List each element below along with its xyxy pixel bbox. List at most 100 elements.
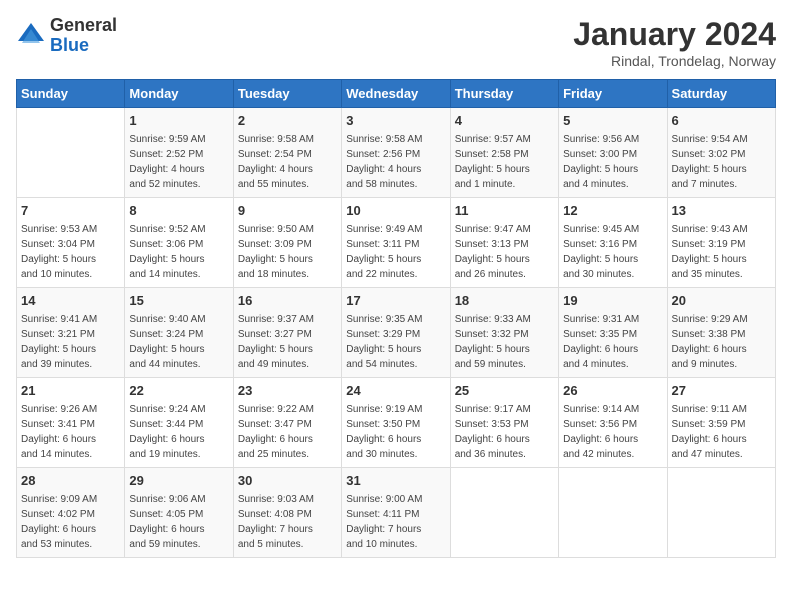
calendar-cell: 6 Sunrise: 9:54 AMSunset: 3:02 PMDaylight… bbox=[667, 108, 775, 198]
day-number: 15 bbox=[129, 292, 228, 310]
calendar-cell bbox=[17, 108, 125, 198]
day-info: Sunrise: 9:53 AMSunset: 3:04 PMDaylight:… bbox=[21, 222, 120, 282]
day-info: Sunrise: 9:40 AMSunset: 3:24 PMDaylight:… bbox=[129, 312, 228, 372]
day-info: Sunrise: 9:29 AMSunset: 3:38 PMDaylight:… bbox=[672, 312, 771, 372]
day-number: 18 bbox=[455, 292, 554, 310]
weekday-header-friday: Friday bbox=[559, 80, 667, 108]
location: Rindal, Trondelag, Norway bbox=[573, 53, 776, 69]
week-row-2: 7 Sunrise: 9:53 AMSunset: 3:04 PMDaylight… bbox=[17, 198, 776, 288]
calendar-cell: 23 Sunrise: 9:22 AMSunset: 3:47 PMDayligh… bbox=[233, 378, 341, 468]
day-info: Sunrise: 9:49 AMSunset: 3:11 PMDaylight:… bbox=[346, 222, 445, 282]
weekday-header-monday: Monday bbox=[125, 80, 233, 108]
calendar-cell: 4 Sunrise: 9:57 AMSunset: 2:58 PMDaylight… bbox=[450, 108, 558, 198]
day-number: 4 bbox=[455, 112, 554, 130]
calendar-cell: 26 Sunrise: 9:14 AMSunset: 3:56 PMDayligh… bbox=[559, 378, 667, 468]
day-number: 6 bbox=[672, 112, 771, 130]
day-info: Sunrise: 9:24 AMSunset: 3:44 PMDaylight:… bbox=[129, 402, 228, 462]
day-number: 10 bbox=[346, 202, 445, 220]
calendar-cell: 9 Sunrise: 9:50 AMSunset: 3:09 PMDaylight… bbox=[233, 198, 341, 288]
day-info: Sunrise: 9:41 AMSunset: 3:21 PMDaylight:… bbox=[21, 312, 120, 372]
month-title: January 2024 bbox=[573, 16, 776, 53]
day-info: Sunrise: 9:03 AMSunset: 4:08 PMDaylight:… bbox=[238, 492, 337, 552]
day-number: 1 bbox=[129, 112, 228, 130]
day-info: Sunrise: 9:58 AMSunset: 2:54 PMDaylight:… bbox=[238, 132, 337, 192]
calendar-cell bbox=[450, 468, 558, 558]
calendar-cell: 28Sunrise: 9:09 AMSunset: 4:02 PMDayligh… bbox=[17, 468, 125, 558]
day-info: Sunrise: 9:58 AMSunset: 2:56 PMDaylight:… bbox=[346, 132, 445, 192]
calendar-cell: 16 Sunrise: 9:37 AMSunset: 3:27 PMDayligh… bbox=[233, 288, 341, 378]
calendar-cell: 17 Sunrise: 9:35 AMSunset: 3:29 PMDayligh… bbox=[342, 288, 450, 378]
calendar-cell: 31 Sunrise: 9:00 AMSunset: 4:11 PMDayligh… bbox=[342, 468, 450, 558]
calendar-cell: 11 Sunrise: 9:47 AMSunset: 3:13 PMDayligh… bbox=[450, 198, 558, 288]
day-number: 31 bbox=[346, 472, 445, 490]
day-info: Sunrise: 9:52 AMSunset: 3:06 PMDaylight:… bbox=[129, 222, 228, 282]
day-info: Sunrise: 9:14 AMSunset: 3:56 PMDaylight:… bbox=[563, 402, 662, 462]
calendar-cell: 24 Sunrise: 9:19 AMSunset: 3:50 PMDayligh… bbox=[342, 378, 450, 468]
calendar-cell bbox=[559, 468, 667, 558]
day-info: Sunrise: 9:47 AMSunset: 3:13 PMDaylight:… bbox=[455, 222, 554, 282]
day-number: 28 bbox=[21, 472, 120, 490]
day-number: 30 bbox=[238, 472, 337, 490]
calendar-cell: 14 Sunrise: 9:41 AMSunset: 3:21 PMDayligh… bbox=[17, 288, 125, 378]
calendar-cell: 12Sunrise: 9:45 AMSunset: 3:16 PMDayligh… bbox=[559, 198, 667, 288]
day-info: Sunrise: 9:56 AMSunset: 3:00 PMDaylight:… bbox=[563, 132, 662, 192]
day-info: Sunrise: 9:43 AMSunset: 3:19 PMDaylight:… bbox=[672, 222, 771, 282]
day-number: 19 bbox=[563, 292, 662, 310]
day-info: Sunrise: 9:54 AMSunset: 3:02 PMDaylight:… bbox=[672, 132, 771, 192]
weekday-header-saturday: Saturday bbox=[667, 80, 775, 108]
day-number: 25 bbox=[455, 382, 554, 400]
logo: General Blue bbox=[16, 16, 117, 56]
calendar-cell: 19Sunrise: 9:31 AMSunset: 3:35 PMDayligh… bbox=[559, 288, 667, 378]
calendar-cell: 2 Sunrise: 9:58 AMSunset: 2:54 PMDaylight… bbox=[233, 108, 341, 198]
day-number: 11 bbox=[455, 202, 554, 220]
day-info: Sunrise: 9:35 AMSunset: 3:29 PMDaylight:… bbox=[346, 312, 445, 372]
day-info: Sunrise: 9:19 AMSunset: 3:50 PMDaylight:… bbox=[346, 402, 445, 462]
calendar-cell: 29Sunrise: 9:06 AMSunset: 4:05 PMDayligh… bbox=[125, 468, 233, 558]
day-info: Sunrise: 9:57 AMSunset: 2:58 PMDaylight:… bbox=[455, 132, 554, 192]
day-info: Sunrise: 9:00 AMSunset: 4:11 PMDaylight:… bbox=[346, 492, 445, 552]
day-number: 16 bbox=[238, 292, 337, 310]
calendar-cell: 22Sunrise: 9:24 AMSunset: 3:44 PMDayligh… bbox=[125, 378, 233, 468]
logo-icon bbox=[16, 21, 46, 51]
calendar-cell: 10 Sunrise: 9:49 AMSunset: 3:11 PMDayligh… bbox=[342, 198, 450, 288]
day-number: 23 bbox=[238, 382, 337, 400]
day-number: 17 bbox=[346, 292, 445, 310]
week-row-4: 21 Sunrise: 9:26 AMSunset: 3:41 PMDayligh… bbox=[17, 378, 776, 468]
weekday-header-wednesday: Wednesday bbox=[342, 80, 450, 108]
calendar-table: SundayMondayTuesdayWednesdayThursdayFrid… bbox=[16, 79, 776, 558]
weekday-header-row: SundayMondayTuesdayWednesdayThursdayFrid… bbox=[17, 80, 776, 108]
calendar-cell: 1 Sunrise: 9:59 AMSunset: 2:52 PMDaylight… bbox=[125, 108, 233, 198]
day-number: 24 bbox=[346, 382, 445, 400]
week-row-3: 14 Sunrise: 9:41 AMSunset: 3:21 PMDayligh… bbox=[17, 288, 776, 378]
weekday-header-sunday: Sunday bbox=[17, 80, 125, 108]
day-number: 27 bbox=[672, 382, 771, 400]
header: General Blue January 2024 Rindal, Tronde… bbox=[16, 16, 776, 69]
day-info: Sunrise: 9:37 AMSunset: 3:27 PMDaylight:… bbox=[238, 312, 337, 372]
day-number: 3 bbox=[346, 112, 445, 130]
day-info: Sunrise: 9:06 AMSunset: 4:05 PMDaylight:… bbox=[129, 492, 228, 552]
day-info: Sunrise: 9:50 AMSunset: 3:09 PMDaylight:… bbox=[238, 222, 337, 282]
day-info: Sunrise: 9:59 AMSunset: 2:52 PMDaylight:… bbox=[129, 132, 228, 192]
logo-general: General bbox=[50, 15, 117, 35]
day-number: 26 bbox=[563, 382, 662, 400]
calendar-cell: 13 Sunrise: 9:43 AMSunset: 3:19 PMDayligh… bbox=[667, 198, 775, 288]
day-number: 13 bbox=[672, 202, 771, 220]
day-number: 12 bbox=[563, 202, 662, 220]
calendar-cell: 15 Sunrise: 9:40 AMSunset: 3:24 PMDayligh… bbox=[125, 288, 233, 378]
calendar-cell: 18 Sunrise: 9:33 AMSunset: 3:32 PMDayligh… bbox=[450, 288, 558, 378]
day-number: 7 bbox=[21, 202, 120, 220]
calendar-cell: 30 Sunrise: 9:03 AMSunset: 4:08 PMDayligh… bbox=[233, 468, 341, 558]
day-number: 14 bbox=[21, 292, 120, 310]
day-info: Sunrise: 9:11 AMSunset: 3:59 PMDaylight:… bbox=[672, 402, 771, 462]
calendar-cell: 5Sunrise: 9:56 AMSunset: 3:00 PMDaylight… bbox=[559, 108, 667, 198]
day-info: Sunrise: 9:33 AMSunset: 3:32 PMDaylight:… bbox=[455, 312, 554, 372]
day-number: 2 bbox=[238, 112, 337, 130]
calendar-cell: 27 Sunrise: 9:11 AMSunset: 3:59 PMDayligh… bbox=[667, 378, 775, 468]
day-number: 9 bbox=[238, 202, 337, 220]
week-row-1: 1 Sunrise: 9:59 AMSunset: 2:52 PMDaylight… bbox=[17, 108, 776, 198]
calendar-cell: 7 Sunrise: 9:53 AMSunset: 3:04 PMDaylight… bbox=[17, 198, 125, 288]
calendar-cell: 20Sunrise: 9:29 AMSunset: 3:38 PMDayligh… bbox=[667, 288, 775, 378]
day-info: Sunrise: 9:26 AMSunset: 3:41 PMDaylight:… bbox=[21, 402, 120, 462]
day-number: 21 bbox=[21, 382, 120, 400]
day-info: Sunrise: 9:22 AMSunset: 3:47 PMDaylight:… bbox=[238, 402, 337, 462]
